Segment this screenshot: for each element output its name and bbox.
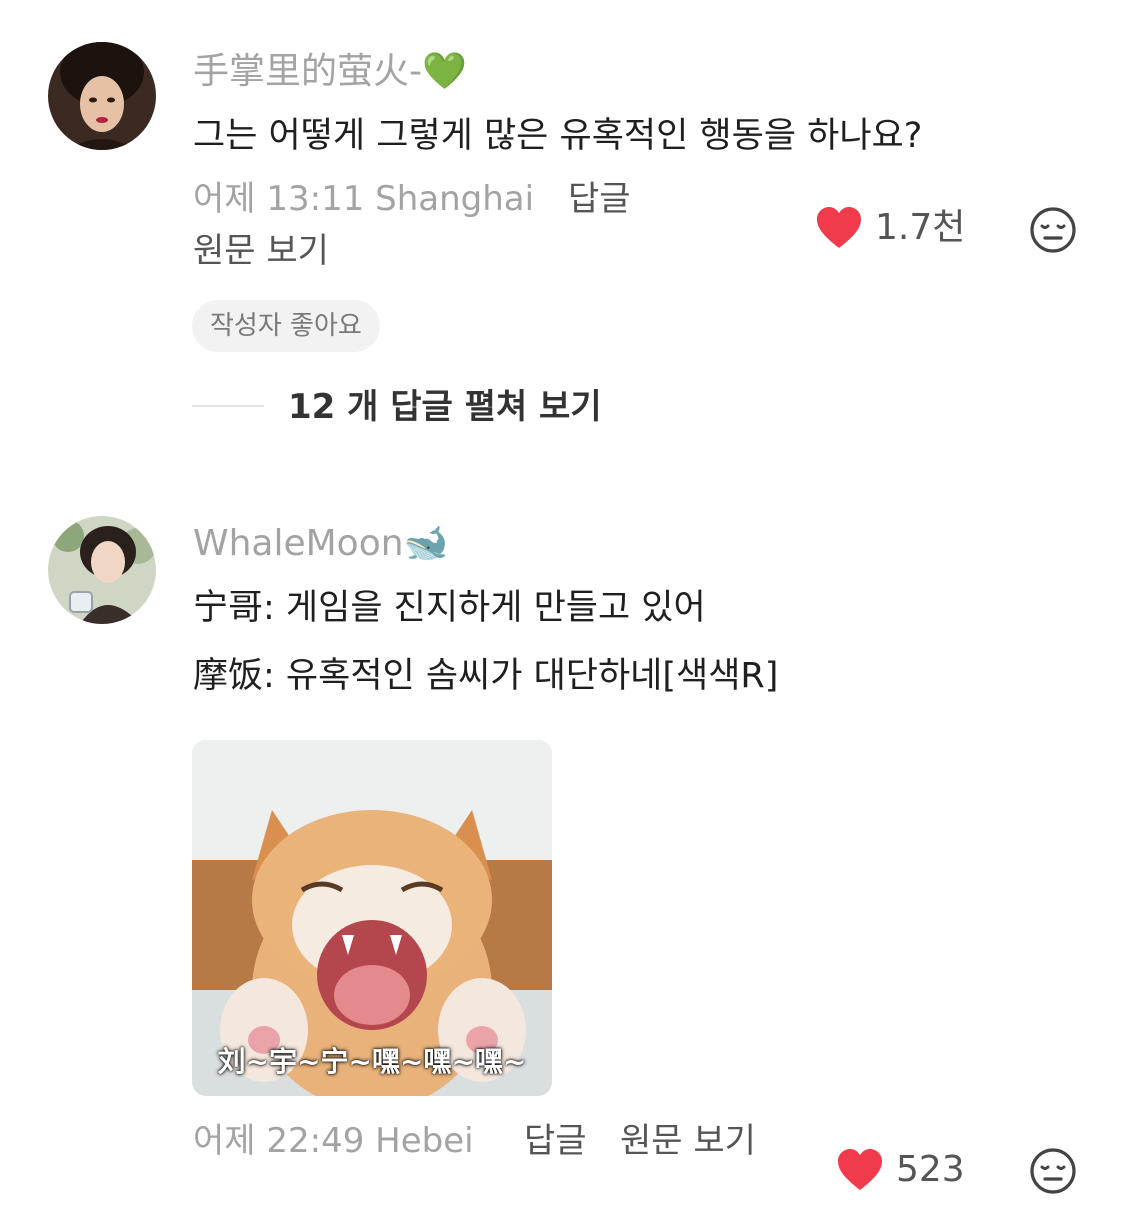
like-count: 523 xyxy=(896,1149,965,1190)
sticker-caption: 刘~宇~宁~嘿~嘿~嘿~ xyxy=(217,1045,527,1078)
username[interactable]: 手掌里的萤火-💚 xyxy=(193,50,467,94)
comment-text-line: 摩饭: 유혹적인 솜씨가 대단하네[색색R] xyxy=(193,656,779,696)
like-button[interactable]: 523 xyxy=(836,1148,965,1192)
cat-sticker-image[interactable]: 刘~宇~宁~嘿~嘿~嘿~ xyxy=(192,740,552,1096)
expand-replies-button[interactable]: 12 개 답글 펼쳐 보기 xyxy=(288,386,602,428)
username-text: WhaleMoon xyxy=(193,523,404,564)
avatar[interactable] xyxy=(48,42,156,150)
reply-button[interactable]: 답글 xyxy=(568,178,631,220)
view-original-button[interactable]: 원문 보기 xyxy=(193,230,329,272)
heart-icon xyxy=(838,1149,882,1190)
comment-text: 그는 어떻게 그렇게 많은 유혹적인 행동을 하나요? xyxy=(193,116,923,156)
comment-timestamp-location: 어제 13:11 Shanghai xyxy=(193,179,535,219)
divider xyxy=(192,405,264,407)
reply-button[interactable]: 답글 xyxy=(524,1120,587,1162)
username[interactable]: WhaleMoon🐋 xyxy=(193,522,448,566)
neutral-face-icon[interactable] xyxy=(1029,1147,1077,1195)
view-original-button[interactable]: 원문 보기 xyxy=(620,1120,756,1162)
comment-text-line: 宁哥: 게임을 진지하게 만들고 있어 xyxy=(193,588,706,628)
comment-list: 手掌里的萤火-💚 그는 어떻게 그렇게 많은 유혹적인 행동을 하나요? 어제 … xyxy=(0,0,1125,1226)
whale-icon: 🐋 xyxy=(403,523,449,564)
like-button[interactable]: 1.7천 xyxy=(815,206,965,250)
username-text: 手掌里的萤火- xyxy=(193,51,422,92)
neutral-face-icon[interactable] xyxy=(1029,206,1077,254)
green-heart-icon: 💚 xyxy=(422,51,467,92)
like-count: 1.7천 xyxy=(875,207,966,248)
author-liked-badge: 작성자 좋아요 xyxy=(192,300,380,352)
heart-icon xyxy=(817,207,861,248)
comment-timestamp-location: 어제 22:49 Hebei xyxy=(193,1121,474,1161)
avatar[interactable] xyxy=(48,516,156,624)
